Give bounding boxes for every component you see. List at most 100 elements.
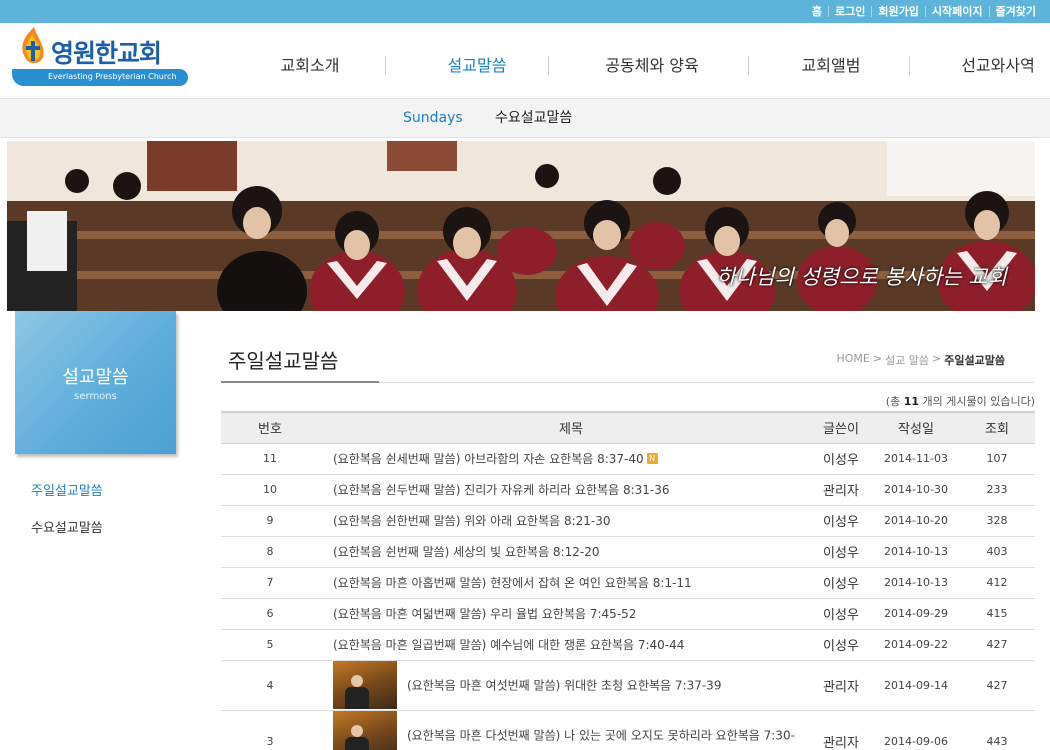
title-divider-accent: [221, 381, 379, 383]
table-row[interactable]: 3 (요한복음 마흔 다섯번째 말씀) 나 있는 곳에 오지도 못하리라 요한복…: [221, 710, 1035, 750]
nav-church-intro[interactable]: 교회소개: [255, 48, 365, 84]
sidebar-item-sunday-sermons[interactable]: 주일설교말씀: [31, 480, 103, 499]
sermon-thumbnail[interactable]: [333, 661, 397, 709]
row-title-cell: (요한복음 마흔 여덟번째 말씀) 우리 율법 요한복음 7:45-52: [319, 598, 809, 630]
breadcrumb-home[interactable]: HOME: [836, 352, 869, 368]
row-title-cell: (요한복음 쉰두번째 말씀) 진리가 자유케 하리라 요한복음 8:31-36: [319, 474, 809, 506]
col-header-views: 조회: [959, 411, 1035, 444]
row-writer: 관리자: [809, 660, 873, 711]
nav-community[interactable]: 공동체와 양육: [582, 48, 722, 84]
bookmark-link[interactable]: 즐겨찾기: [988, 6, 1042, 17]
row-title-link[interactable]: (요한복음 마흔 아홉번째 말씀) 현장에서 잡혀 온 여인 요한복음 8:1-…: [333, 576, 692, 590]
row-views: 107: [959, 443, 1035, 475]
signup-link[interactable]: 회원가입: [871, 6, 924, 17]
row-date: 2014-10-13: [873, 536, 959, 568]
logo-text: 영원한교회: [51, 39, 162, 68]
table-row[interactable]: 6 (요한복음 마흔 여덟번째 말씀) 우리 율법 요한복음 7:45-52 이…: [221, 598, 1035, 630]
table-row[interactable]: 5 (요한복음 마흔 일곱번째 말씀) 예수님에 대한 쟁론 요한복음 7:40…: [221, 629, 1035, 661]
table-row[interactable]: 4 (요한복음 마흔 여섯번째 말씀) 위대한 초청 요한복음 7:37-39 …: [221, 660, 1035, 711]
home-link[interactable]: 홈: [806, 6, 828, 17]
logo-subtitle: Everlasting Presbyterian Church: [48, 72, 177, 81]
login-link[interactable]: 로그인: [828, 6, 871, 17]
sub-navigation: Sundays 수요설교말씀: [0, 98, 1050, 138]
sermon-board-table: 번호 제목 글쓴이 작성일 조회 11 (요한복음 쉰세번째 말씀) 아브라함의…: [221, 411, 1035, 750]
hero-banner: 하나님의 성령으로 봉사하는 교회: [7, 141, 1035, 311]
nav-divider: [385, 56, 386, 75]
row-writer: 이성우: [809, 505, 873, 537]
nav-mission[interactable]: 선교와사역: [943, 48, 1050, 84]
sermon-thumbnail[interactable]: [333, 710, 397, 750]
row-views: 415: [959, 598, 1035, 630]
row-views: 328: [959, 505, 1035, 537]
section-subtitle: sermons: [74, 391, 117, 402]
table-row[interactable]: 8 (요한복음 쉰번째 말씀) 세상의 빛 요한복음 8:12-20 이성우 2…: [221, 536, 1035, 568]
nav-divider: [909, 56, 910, 75]
row-writer: 이성우: [809, 629, 873, 661]
row-title-link[interactable]: (요한복음 쉰두번째 말씀) 진리가 자유케 하리라 요한복음 8:31-36: [333, 483, 670, 497]
section-header-box: 설교말씀 sermons: [15, 311, 176, 454]
row-number: 8: [221, 536, 319, 568]
breadcrumb-sermons[interactable]: 설교 말씀: [885, 352, 929, 368]
subnav-sundays[interactable]: Sundays: [403, 99, 463, 138]
nav-divider: [748, 56, 749, 75]
breadcrumb-current: 주일설교말씀: [944, 354, 1005, 367]
row-number: 5: [221, 629, 319, 661]
table-row[interactable]: 10 (요한복음 쉰두번째 말씀) 진리가 자유케 하리라 요한복음 8:31-…: [221, 474, 1035, 506]
row-views: 233: [959, 474, 1035, 506]
table-row[interactable]: 11 (요한복음 쉰세번째 말씀) 아브라함의 자손 요한복음 8:37-40 N…: [221, 443, 1035, 475]
start-page-link[interactable]: 시작페이지: [924, 6, 989, 17]
row-writer: 이성우: [809, 598, 873, 630]
row-title-link[interactable]: (요한복음 쉰세번째 말씀) 아브라함의 자손 요한복음 8:37-40: [333, 452, 644, 466]
row-number: 10: [221, 474, 319, 506]
row-number: 9: [221, 505, 319, 537]
row-writer: 이성우: [809, 536, 873, 568]
table-header-row: 번호 제목 글쓴이 작성일 조회: [221, 411, 1035, 444]
top-utility-bar: 홈 로그인 회원가입 시작페이지 즐겨찾기: [0, 0, 1050, 23]
banner-caption: 하나님의 성령으로 봉사하는 교회: [716, 265, 1007, 289]
row-title-cell: (요한복음 쉰한번째 말씀) 위와 아래 요한복음 8:21-30: [319, 505, 809, 537]
flame-cross-icon: [22, 27, 44, 64]
row-title-cell: (요한복음 마흔 여섯번째 말씀) 위대한 초청 요한복음 7:37-39: [319, 660, 809, 711]
row-title-link[interactable]: (요한복음 쉰한번째 말씀) 위와 아래 요한복음 8:21-30: [333, 514, 611, 528]
row-title-cell: (요한복음 쉰번째 말씀) 세상의 빛 요한복음 8:12-20: [319, 536, 809, 568]
post-count-prefix: (총: [885, 395, 901, 408]
row-writer: 이성우: [809, 443, 873, 475]
row-title-cell: (요한복음 마흔 일곱번째 말씀) 예수님에 대한 쟁론 요한복음 7:40-4…: [319, 629, 809, 661]
row-views: 427: [959, 629, 1035, 661]
row-date: 2014-09-22: [873, 629, 959, 661]
page-title: 주일설교말씀: [228, 349, 339, 373]
post-count: (총 11 개의 게시물이 있습니다): [886, 393, 1035, 409]
row-views: 427: [959, 660, 1035, 711]
row-title-link[interactable]: (요한복음 쉰번째 말씀) 세상의 빛 요한복음 8:12-20: [333, 545, 599, 559]
row-title-cell: (요한복음 마흔 다섯번째 말씀) 나 있는 곳에 오지도 못하리라 요한복음 …: [319, 710, 809, 750]
nav-divider: [548, 56, 549, 75]
col-header-number: 번호: [221, 411, 319, 444]
sidebar-item-wednesday-sermons[interactable]: 수요설교말씀: [31, 517, 103, 536]
row-title-link[interactable]: (요한복음 마흔 다섯번째 말씀) 나 있는 곳에 오지도 못하리라 요한복음 …: [333, 728, 795, 750]
table-row[interactable]: 9 (요한복음 쉰한번째 말씀) 위와 아래 요한복음 8:21-30 이성우 …: [221, 505, 1035, 537]
post-count-suffix: 개의 게시물이 있습니다): [922, 395, 1035, 408]
row-writer: 관리자: [809, 474, 873, 506]
main-navigation: 교회소개 설교말씀 공동체와 양육 교회앨범 선교와사역: [228, 48, 1050, 84]
row-date: 2014-11-03: [873, 443, 959, 475]
row-title-cell: (요한복음 마흔 아홉번째 말씀) 현장에서 잡혀 온 여인 요한복음 8:1-…: [319, 567, 809, 599]
row-title-link[interactable]: (요한복음 마흔 일곱번째 말씀) 예수님에 대한 쟁론 요한복음 7:40-4…: [333, 638, 684, 652]
row-number: 4: [221, 660, 319, 711]
col-header-title: 제목: [319, 411, 809, 444]
col-header-writer: 글쓴이: [809, 411, 873, 444]
row-date: 2014-10-20: [873, 505, 959, 537]
row-date: 2014-10-13: [873, 567, 959, 599]
row-date: 2014-09-14: [873, 660, 959, 711]
subnav-wednesday[interactable]: 수요설교말씀: [495, 99, 572, 138]
nav-sermons[interactable]: 설교말씀: [422, 48, 532, 84]
row-title-link[interactable]: (요한복음 마흔 여섯번째 말씀) 위대한 초청 요한복음 7:37-39: [407, 679, 721, 693]
row-date: 2014-09-06: [873, 710, 959, 750]
row-title-cell: (요한복음 쉰세번째 말씀) 아브라함의 자손 요한복음 8:37-40 N: [319, 443, 809, 475]
row-title-link[interactable]: (요한복음 마흔 여덟번째 말씀) 우리 율법 요한복음 7:45-52: [333, 607, 636, 621]
table-row[interactable]: 7 (요한복음 마흔 아홉번째 말씀) 현장에서 잡혀 온 여인 요한복음 8:…: [221, 567, 1035, 599]
breadcrumb-separator: >: [932, 352, 942, 365]
post-count-number: 11: [903, 395, 920, 408]
nav-album[interactable]: 교회앨범: [776, 48, 886, 84]
church-logo[interactable]: 영원한교회 Everlasting Presbyterian Church: [8, 25, 190, 93]
row-writer: 관리자: [809, 710, 873, 750]
